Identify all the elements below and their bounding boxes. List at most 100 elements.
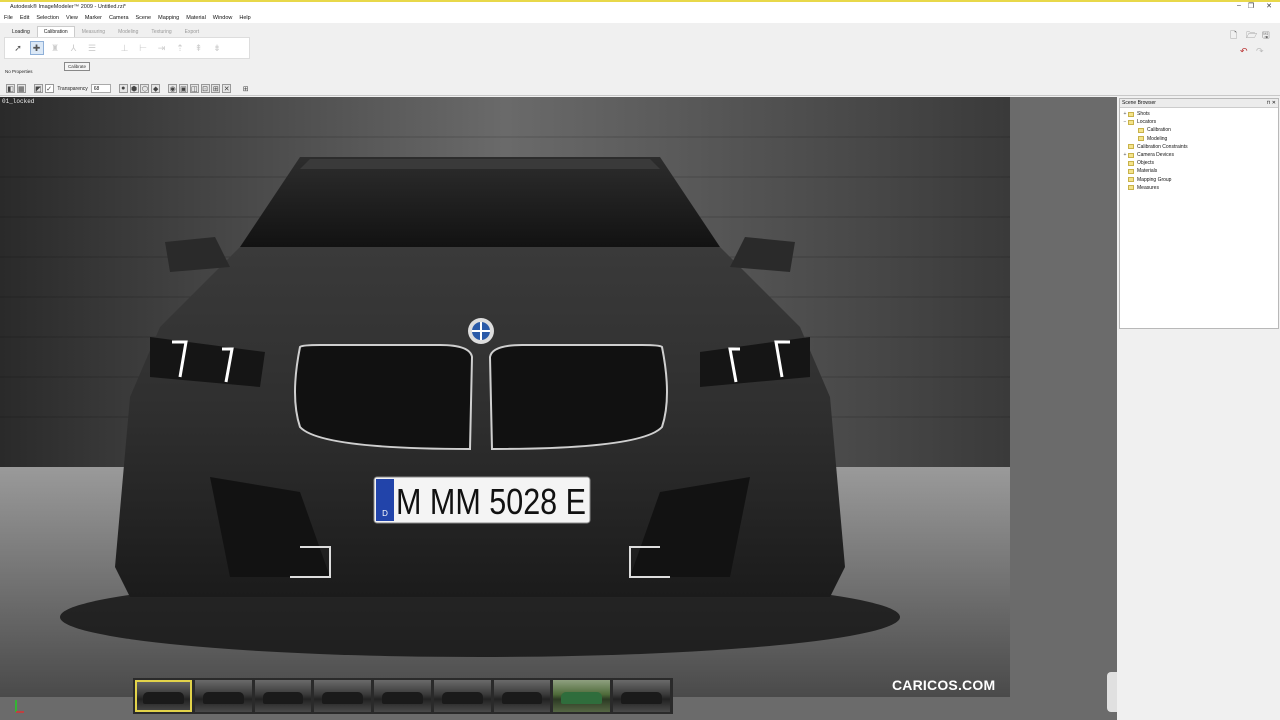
add-locator-icon[interactable]: ✚ — [29, 41, 44, 55]
transparency-checkbox[interactable]: ✓ — [44, 84, 54, 93]
transparency-input[interactable]: 68 — [90, 84, 111, 93]
redo-icon[interactable]: ↷ — [1256, 46, 1264, 57]
window-title: Autodesk® ImageModeler™ 2009 - Untitled.… — [10, 4, 126, 10]
zoom-fit-icon[interactable]: ⊡ — [200, 84, 210, 93]
menu-edit[interactable]: Edit — [20, 15, 29, 21]
scene-tree-item[interactable]: Materials — [1120, 167, 1278, 175]
select-arrow-icon[interactable]: ➚ — [11, 41, 25, 55]
scene-tree-label: Modeling — [1147, 135, 1168, 142]
scene-tree-item[interactable]: − Locators — [1120, 118, 1278, 126]
right-toolbar: 🗋 🗁 🖫 ↶ ↷ — [1228, 28, 1278, 60]
close-icon[interactable]: ✕ — [1262, 2, 1276, 10]
y-axis-icon[interactable]: ⇡ — [173, 41, 187, 55]
view-name: 01_locked — [2, 98, 35, 105]
undo-icon[interactable]: ↶ — [1240, 46, 1248, 57]
menu-window[interactable]: Window — [213, 15, 233, 21]
show-locators-icon[interactable]: ● — [118, 84, 128, 93]
menu-mapping[interactable]: Mapping — [158, 15, 179, 21]
filmstrip-thumbnail[interactable] — [613, 680, 671, 712]
zoom-region-icon[interactable]: ⊞ — [211, 84, 221, 93]
scene-tree-label: Objects — [1137, 160, 1154, 167]
scene-tree-item[interactable]: Mapping Group — [1120, 176, 1278, 184]
axis-constraint-icon[interactable]: ⅄ — [67, 41, 81, 55]
align-icon[interactable]: ⇟ — [210, 41, 224, 55]
scene-tree-label: Measures — [1137, 184, 1159, 191]
show-cameras-icon[interactable]: ◉ — [168, 84, 178, 93]
pan-icon[interactable]: ✕ — [222, 84, 232, 93]
distance-icon[interactable]: ⊢ — [136, 41, 150, 55]
folder-icon — [1128, 144, 1134, 150]
scene-browser: Scene Browser ⊓ ✕ + Shots − Locators Calibra… — [1119, 98, 1279, 329]
tab-measuring[interactable]: Measuring — [76, 27, 111, 37]
panel-collapse-handle[interactable] — [1107, 672, 1117, 712]
filmstrip-thumbnail[interactable] — [374, 680, 431, 712]
new-file-icon[interactable]: 🗋 — [1230, 28, 1237, 44]
reference-photo[interactable]: D M MM 5028 E — [0, 97, 1010, 697]
restore-icon[interactable]: ❐ — [1244, 2, 1258, 10]
open-file-icon[interactable]: 🗁 — [1246, 28, 1257, 44]
view-wire-icon[interactable]: ▦ — [16, 84, 26, 93]
scene-tree: + Shots − Locators Calibration Modeling Calibr… — [1120, 108, 1278, 192]
plate-country: D — [382, 509, 388, 518]
menu-material[interactable]: Material — [186, 15, 206, 21]
scene-tree-item[interactable]: Objects — [1120, 159, 1278, 167]
menu-file[interactable]: File — [4, 15, 13, 21]
scene-tree-item[interactable]: Measures — [1120, 184, 1278, 192]
folder-icon — [1128, 160, 1134, 166]
scene-tree-item[interactable]: + Shots — [1120, 110, 1278, 118]
filmstrip-thumbnail[interactable] — [194, 680, 252, 712]
filmstrip-thumbnail[interactable] — [493, 680, 551, 712]
scene-tree-item[interactable]: Modeling — [1120, 135, 1278, 143]
scene-tree-item[interactable]: + Camera Devices — [1120, 151, 1278, 159]
filmstrip-thumbnail[interactable] — [553, 680, 611, 712]
background-toggle-icon[interactable]: ◩ — [33, 84, 43, 93]
menu-selection[interactable]: Selection — [36, 15, 59, 21]
filmstrip-thumbnail[interactable] — [314, 680, 372, 712]
scene-tree-item[interactable]: Calibration Constraints — [1120, 143, 1278, 151]
tab-texturing[interactable]: Texturing — [145, 27, 177, 37]
license-plate: M MM 5028 E — [396, 481, 586, 522]
filmstrip-thumbnail[interactable] — [135, 680, 192, 712]
folder-icon — [1128, 119, 1134, 125]
filmstrip — [133, 678, 673, 714]
folder-icon — [1128, 185, 1134, 191]
filmstrip-thumbnail[interactable] — [433, 680, 491, 712]
scene-tree-item[interactable]: Calibration — [1120, 126, 1278, 134]
menu-scene[interactable]: Scene — [136, 15, 152, 21]
pin-icon[interactable]: ⊓ ✕ — [1267, 100, 1276, 106]
menu-marker[interactable]: Marker — [85, 15, 102, 21]
menu-camera[interactable]: Camera — [109, 15, 129, 21]
watermark: CARICOS.COM — [892, 677, 996, 693]
axis-gizmo-icon — [15, 700, 24, 713]
plane-constraint-icon[interactable]: ☰ — [85, 41, 99, 55]
show-edges-icon[interactable]: ⬡ — [140, 84, 150, 93]
scene-tree-label: Calibration — [1147, 127, 1171, 134]
menu-bar: File Edit Selection View Marker Camera S… — [0, 12, 1280, 23]
show-grid-icon[interactable]: ▣ — [178, 84, 188, 93]
folder-icon — [1138, 127, 1144, 133]
layout-grid-icon[interactable]: ⊞ — [241, 84, 250, 93]
show-primitives-icon[interactable]: ⬢ — [129, 84, 139, 93]
scene-tree-label: Mapping Group — [1137, 176, 1172, 183]
origin-icon[interactable]: ⊥ — [118, 41, 132, 55]
tab-calibration[interactable]: Calibration — [36, 26, 75, 37]
show-labels-icon[interactable]: ◫ — [189, 84, 199, 93]
scene-tree-label: Materials — [1137, 168, 1158, 175]
tab-loading[interactable]: Loading — [6, 27, 36, 37]
view-shading-icon[interactable]: ◧ — [6, 84, 15, 93]
scene-tree-label: Calibration Constraints — [1137, 143, 1188, 150]
x-axis-icon[interactable]: ⇥ — [155, 41, 169, 55]
z-axis-icon[interactable]: ⇞ — [192, 41, 206, 55]
menu-view[interactable]: View — [66, 15, 78, 21]
scene-browser-title: Scene Browser — [1122, 100, 1156, 106]
tab-export[interactable]: Export — [179, 27, 205, 37]
save-file-icon[interactable]: 🖫 — [1262, 28, 1270, 44]
calibrate-icon[interactable]: ♜ — [48, 41, 62, 55]
transparency-label: Transparency — [57, 85, 88, 92]
tab-modeling[interactable]: Modeling — [112, 27, 144, 37]
title-bar: Autodesk® ImageModeler™ 2009 - Untitled.… — [0, 0, 1280, 12]
folder-icon — [1128, 177, 1134, 183]
show-faces-icon[interactable]: ◆ — [151, 84, 161, 93]
menu-help[interactable]: Help — [239, 15, 250, 21]
filmstrip-thumbnail[interactable] — [254, 680, 312, 712]
